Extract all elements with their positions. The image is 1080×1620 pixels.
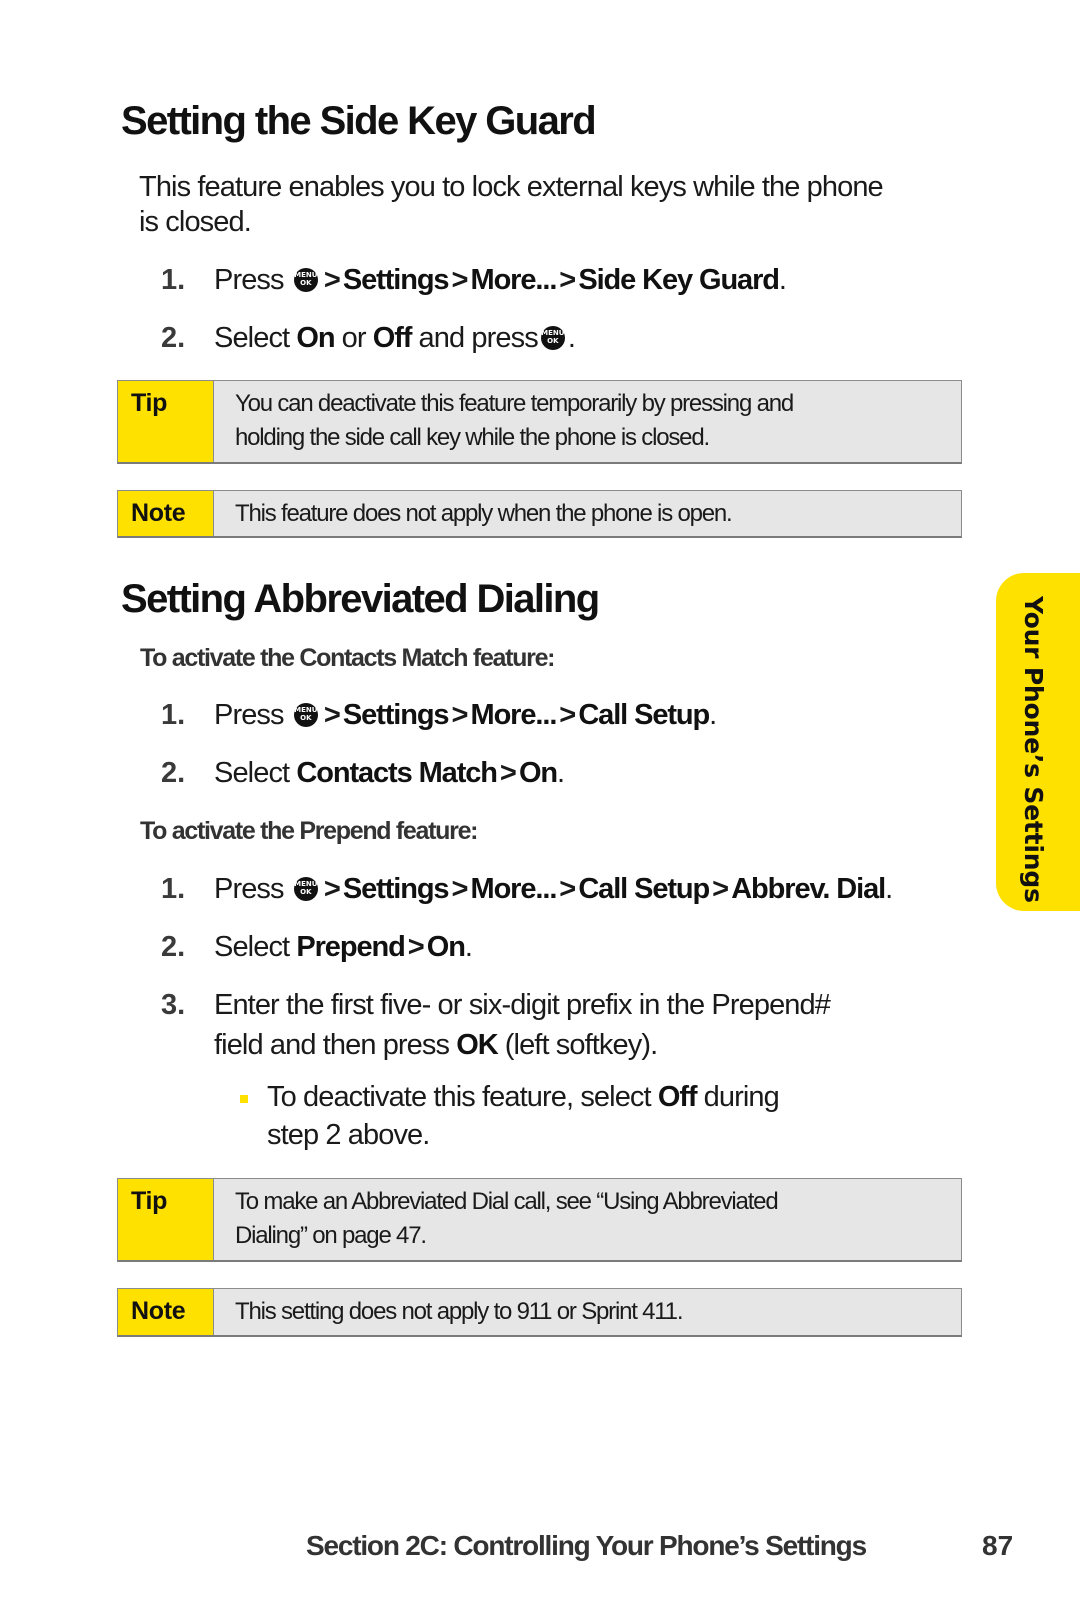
menu-ok-key-icon: MENU OK	[293, 268, 318, 292]
chevron-separator: >	[451, 264, 468, 296]
note-label: Note	[118, 1289, 214, 1335]
period: .	[709, 699, 717, 731]
chevron-separator: >	[323, 699, 341, 731]
period: .	[464, 931, 473, 963]
period: .	[567, 322, 576, 354]
tip-label: Tip	[118, 381, 214, 462]
section-title-side-key-guard: Setting the Side Key Guard	[121, 99, 597, 143]
step-2-contacts-match: 2. Select Contacts Match > On.	[0, 755, 1000, 791]
note-label: Note	[118, 491, 214, 536]
step-number: 3.	[161, 989, 186, 1021]
option-off: Off	[372, 322, 413, 354]
bullet-square-icon	[240, 1095, 248, 1103]
bullet-line-1: To deactivate this feature, select Off d…	[267, 1079, 780, 1115]
menu-ok-key-icon: MENU OK	[293, 877, 318, 901]
menu-path-item: Settings	[342, 264, 450, 296]
step-2-side-key-guard: 2. Select On or Off and press MENU OK.	[0, 320, 1000, 356]
bullet-text-post: during	[703, 1081, 780, 1113]
period: .	[557, 757, 565, 789]
menu-path-item: Side Key Guard	[578, 264, 780, 296]
tip-text-line-2: Dialing” on page 47.	[235, 1222, 427, 1249]
step-number: 2.	[161, 757, 186, 789]
menu-path-item: More...	[470, 873, 558, 905]
period: .	[778, 264, 787, 296]
period: .	[885, 873, 893, 905]
chevron-separator: >	[407, 931, 425, 963]
chevron-separator: >	[559, 873, 576, 905]
step-number: 2.	[161, 931, 186, 963]
step-3-text-post: (left softkey).	[504, 1029, 658, 1061]
and-press-text: and press	[418, 322, 539, 354]
step-prefix: Press	[214, 699, 285, 731]
menu-path-item: Abbrev. Dial	[731, 873, 886, 905]
step-2-prepend: 2. Select Prepend > On.	[0, 929, 1000, 965]
intro-line-1: This feature enables you to lock externa…	[139, 171, 884, 203]
step-1-prepend: 1. Press MENU OK > Settings > More... > Call Se…	[0, 871, 1000, 907]
step-number: 1.	[161, 264, 186, 296]
step-number: 2.	[161, 322, 186, 354]
menu-path-item: More...	[470, 699, 558, 731]
note-callout: Note This feature does not apply when th…	[117, 490, 962, 538]
chevron-separator: >	[323, 873, 341, 905]
menu-path-item: Settings	[342, 873, 450, 905]
note-text: This feature does not apply when the pho…	[235, 500, 733, 527]
ok-softkey: OK	[456, 1029, 498, 1061]
step-number: 1.	[161, 699, 186, 731]
tip-label: Tip	[118, 1179, 214, 1260]
step-3-prepend-line-2: field and then press OK (left softkey).	[0, 1027, 1000, 1063]
subheading-prepend: To activate the Prepend feature:	[140, 817, 479, 845]
intro-line-2: is closed.	[139, 206, 252, 238]
option-off: Off	[657, 1081, 698, 1113]
menu-path-item: On	[518, 757, 558, 789]
chapter-side-tab-label: Your Phone’s Settings	[1019, 596, 1048, 903]
menu-path-item: Call Setup	[578, 699, 710, 731]
step-number: 1.	[161, 873, 186, 905]
menu-path-item: Settings	[342, 699, 450, 731]
menu-path-item: Prepend	[296, 931, 405, 963]
step-3-text: Enter the first five- or six-digit prefi…	[214, 989, 831, 1021]
menu-path-item: On	[426, 931, 466, 963]
tip-text-line-1: To make an Abbreviated Dial call, see “U…	[235, 1188, 779, 1215]
chevron-separator: >	[499, 757, 517, 789]
tip-callout: Tip You can deactivate this feature temp…	[117, 380, 962, 464]
tip-text-line-2: holding the side call key while the phon…	[235, 424, 710, 451]
bullet-text-pre: To deactivate this feature, select	[267, 1081, 652, 1113]
option-on: On	[296, 322, 335, 354]
menu-path-item: Contacts Match	[296, 757, 498, 789]
menu-path-item: Call Setup	[578, 873, 710, 905]
step-3-text-pre: field and then press	[214, 1029, 450, 1061]
or-text: or	[341, 322, 367, 354]
step-3-prepend-line-1: 3. Enter the first five- or six-digit pr…	[0, 987, 1000, 1023]
step-prefix: Press	[214, 264, 285, 296]
chevron-separator: >	[323, 264, 341, 296]
menu-ok-key-icon: MENU OK	[293, 703, 318, 727]
menu-path-item: More...	[470, 264, 558, 296]
step-prefix: Select	[214, 931, 290, 963]
note-text: This setting does not apply to 911 or Sp…	[235, 1298, 683, 1325]
note-callout-2: Note This setting does not apply to 911 …	[117, 1288, 962, 1337]
subheading-contacts-match: To activate the Contacts Match feature:	[140, 644, 556, 672]
step-1-contacts-match: 1. Press MENU OK > Settings > More... > Call Se…	[0, 697, 1000, 733]
section-title-abbreviated-dialing: Setting Abbreviated Dialing	[121, 577, 600, 621]
step-prefix: Select	[214, 322, 290, 354]
chevron-separator: >	[712, 873, 729, 905]
chevron-separator: >	[451, 699, 468, 731]
step-prefix: Select	[214, 757, 290, 789]
bullet-line-2: step 2 above.	[267, 1119, 430, 1151]
step-prefix: Press	[214, 873, 285, 905]
chevron-separator: >	[559, 699, 576, 731]
page-number: 87	[982, 1530, 1014, 1561]
tip-text-line-1: You can deactivate this feature temporar…	[235, 390, 794, 417]
tip-callout-2: Tip To make an Abbreviated Dial call, se…	[117, 1178, 962, 1262]
chevron-separator: >	[559, 264, 576, 296]
chevron-separator: >	[451, 873, 468, 905]
menu-ok-key-icon: MENU OK	[540, 326, 565, 350]
footer-section-title: Section 2C: Controlling Your Phone’s Set…	[306, 1530, 867, 1561]
step-1-side-key-guard: 1. Press MENU OK > Settings > More... > Side Ke…	[0, 262, 1000, 298]
